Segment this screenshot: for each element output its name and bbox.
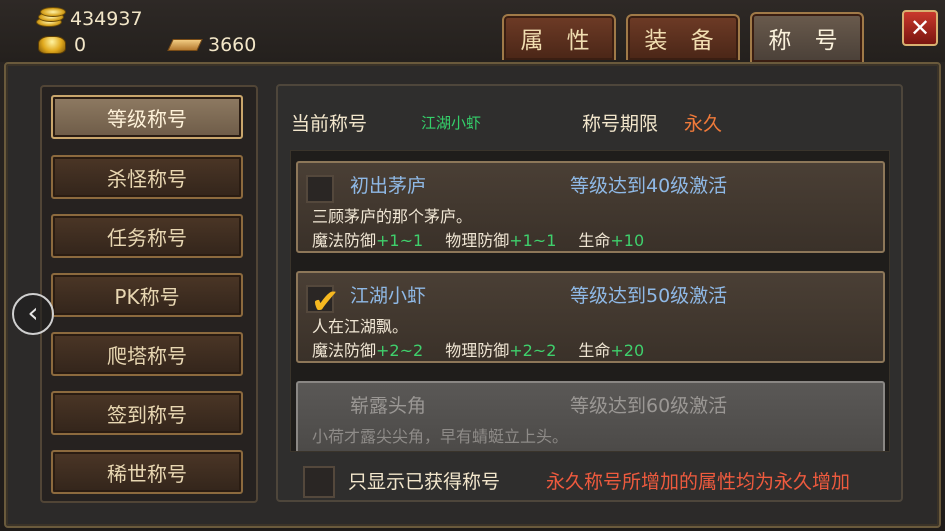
close-icon: ✕ (909, 14, 931, 42)
stat-value: +2~2 (509, 341, 557, 360)
title-period-label: 称号期限 (582, 113, 659, 135)
stat-value: +1~1 (509, 231, 557, 250)
stat-value: +1~1 (376, 231, 424, 250)
voucher-amount: 3660 (208, 34, 257, 56)
title-list[interactable]: 初出茅庐 等级达到40级激活 三顾茅庐的那个茅庐。 魔法防御+1~1 物理防御+… (290, 150, 890, 452)
title-description: 小荷才露尖尖角，早有蜻蜓立上头。 (312, 427, 569, 446)
current-title-value: 江湖小虾 (421, 114, 482, 132)
owned-only-checkbox[interactable] (303, 466, 335, 498)
stat-item: 物理防御+2~2 (445, 337, 556, 361)
title-card[interactable]: ✔ 江湖小虾 等级达到50级激活 人在江湖飘。 魔法防御+2~2 物理防御+2~… (296, 271, 885, 363)
category-pk[interactable]: PK称号 (51, 273, 243, 317)
title-condition: 等级达到60级激活 (570, 395, 728, 417)
title-card[interactable]: 初出茅庐 等级达到40级激活 三顾茅庐的那个茅庐。 魔法防御+1~1 物理防御+… (296, 161, 885, 253)
stat-item: 物理防御+1~1 (445, 227, 556, 251)
silver-amount: 434937 (70, 8, 143, 30)
title-name: 初出茅庐 (350, 175, 427, 197)
close-button[interactable]: ✕ (902, 10, 938, 46)
stat-name: 生命 (578, 341, 611, 360)
title-name: 江湖小虾 (350, 285, 427, 307)
category-monster[interactable]: 杀怪称号 (51, 155, 243, 199)
tab-attributes[interactable]: 属 性 (502, 14, 616, 60)
stat-value: +20 (610, 341, 645, 360)
category-checkin[interactable]: 签到称号 (51, 391, 243, 435)
stat-name: 物理防御 (445, 231, 510, 250)
stat-name: 魔法防御 (312, 341, 377, 360)
stat-item: 魔法防御+2~2 (312, 337, 423, 361)
title-stats: 魔法防御+1~1 物理防御+1~1 生命+10 (312, 227, 666, 251)
title-stats: 魔法防御+2~2 物理防御+2~2 生命+20 (312, 337, 666, 361)
gold-ingot-icon (38, 36, 66, 54)
category-level[interactable]: 等级称号 (51, 95, 243, 139)
title-description: 人在江湖飘。 (312, 317, 409, 336)
stat-name: 物理防御 (445, 341, 510, 360)
stat-item: 生命+20 (578, 337, 644, 361)
game-window: 434937 0 3660 属 性 装 备 称 号 ✕ 等级称号 杀怪称号 任务… (0, 0, 945, 531)
category-tower[interactable]: 爬塔称号 (51, 332, 243, 376)
stat-name: 魔法防御 (312, 231, 377, 250)
prev-page-button[interactable]: ‹ (12, 293, 54, 335)
title-checkbox[interactable] (306, 175, 334, 203)
voucher-icon (167, 39, 203, 51)
tab-titles[interactable]: 称 号 (750, 12, 864, 62)
category-rare[interactable]: 稀世称号 (51, 450, 243, 494)
category-quest[interactable]: 任务称号 (51, 214, 243, 258)
title-name: 崭露头角 (350, 395, 427, 417)
gold-amount: 0 (74, 34, 87, 56)
chevron-left-icon: ‹ (27, 296, 39, 329)
voucher-display: 3660 (167, 34, 257, 56)
silver-display: 434937 (34, 7, 143, 30)
silver-coins-icon (34, 7, 66, 29)
stat-item: 生命+10 (578, 227, 644, 251)
current-title-label: 当前称号 (291, 113, 368, 135)
gold-display: 0 (38, 34, 86, 56)
title-description: 三顾茅庐的那个茅庐。 (312, 207, 473, 226)
title-condition: 等级达到40级激活 (570, 175, 728, 197)
permanent-note: 永久称号所增加的属性均为永久增加 (546, 471, 851, 493)
title-period-value: 永久 (684, 113, 723, 135)
owned-only-label: 只显示已获得称号 (348, 471, 501, 493)
title-condition: 等级达到50级激活 (570, 285, 728, 307)
stat-name: 生命 (578, 231, 611, 250)
stat-value: +2~2 (376, 341, 424, 360)
stat-value: +10 (610, 231, 645, 250)
tab-equipment[interactable]: 装 备 (626, 14, 740, 60)
title-card[interactable]: 崭露头角 等级达到60级激活 小荷才露尖尖角，早有蜻蜓立上头。 (296, 381, 885, 451)
title-checkbox[interactable]: ✔ (306, 285, 340, 319)
stat-item: 魔法防御+1~1 (312, 227, 423, 251)
